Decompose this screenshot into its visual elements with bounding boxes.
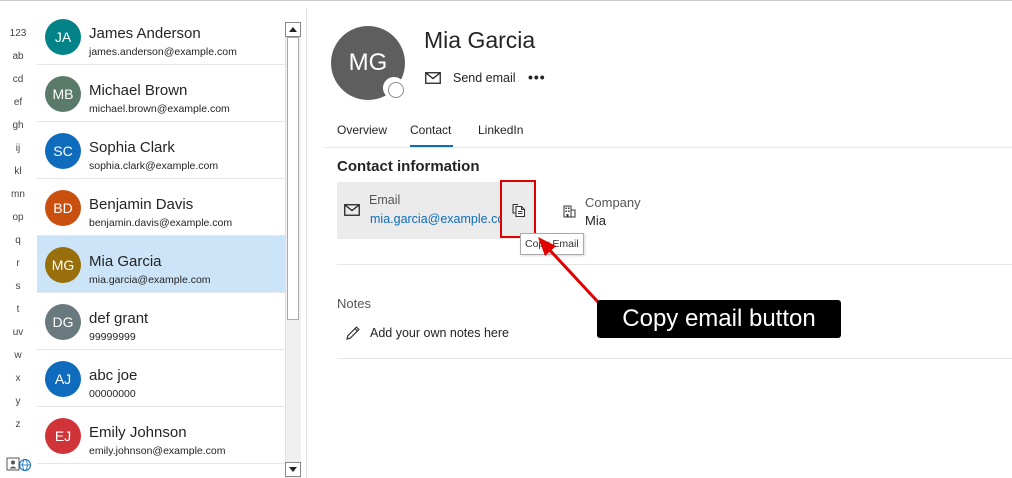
email-link[interactable]: mia.garcia@example.com bbox=[370, 212, 502, 226]
alpha-index-item[interactable]: s bbox=[0, 281, 36, 292]
notes-divider bbox=[337, 358, 1012, 359]
alpha-index-item[interactable]: ab bbox=[0, 51, 36, 62]
contact-list-item[interactable]: EJ Emily Johnson emily.johnson@example.com bbox=[37, 407, 285, 464]
alpha-index-item[interactable]: gh bbox=[0, 120, 36, 131]
contact-email: sophia.clark@example.com bbox=[89, 160, 219, 172]
contact-list-item[interactable]: MG Mia Garcia mia.garcia@example.com bbox=[37, 236, 285, 293]
scroll-down-button[interactable] bbox=[285, 462, 301, 477]
contact-email: mia.garcia@example.com bbox=[89, 274, 211, 286]
email-label: Email bbox=[369, 193, 401, 207]
window-top-border bbox=[0, 0, 1012, 1]
contact-email: benjamin.davis@example.com bbox=[89, 217, 233, 229]
mail-icon bbox=[344, 204, 360, 216]
pane-divider bbox=[306, 8, 307, 478]
contact-list-item[interactable]: AJ abc joe 00000000 bbox=[37, 350, 285, 407]
contact-list-item[interactable]: SC Sophia Clark sophia.clark@example.com bbox=[37, 122, 285, 179]
scroll-up-button[interactable] bbox=[285, 22, 301, 37]
alpha-index-item[interactable]: op bbox=[0, 212, 36, 223]
contact-avatar: SC bbox=[45, 133, 81, 169]
contact-name: Mia Garcia bbox=[89, 253, 162, 270]
alphabet-index: 123 ab cd ef gh ij kl mn op q r s t uv w x y z bbox=[0, 1, 36, 478]
more-options-button[interactable]: ••• bbox=[528, 69, 546, 85]
contact-email: james.anderson@example.com bbox=[89, 46, 237, 58]
contact-avatar: EJ bbox=[45, 418, 81, 454]
alpha-index-item[interactable]: y bbox=[0, 396, 36, 407]
mail-icon bbox=[425, 72, 441, 84]
annotation-label: Copy email button bbox=[597, 300, 841, 338]
contact-avatar: BD bbox=[45, 190, 81, 226]
alpha-index-item[interactable]: r bbox=[0, 258, 36, 269]
contact-list-item[interactable]: MB Michael Brown michael.brown@example.com bbox=[37, 65, 285, 122]
alpha-index-item[interactable]: q bbox=[0, 235, 36, 246]
alpha-index-item[interactable]: w bbox=[0, 350, 36, 361]
contact-avatar: AJ bbox=[45, 361, 81, 397]
contact-name-heading: Mia Garcia bbox=[424, 27, 536, 53]
alpha-index-item[interactable]: cd bbox=[0, 74, 36, 85]
section-divider bbox=[337, 264, 1012, 265]
send-email-button[interactable]: Send email bbox=[425, 68, 516, 88]
contact-globe-icon[interactable] bbox=[6, 456, 32, 472]
alpha-index-item[interactable]: mn bbox=[0, 189, 36, 200]
tabs-divider bbox=[325, 147, 1012, 148]
alpha-index-item[interactable]: uv bbox=[0, 327, 36, 338]
contact-avatar: JA bbox=[45, 19, 81, 55]
contact-list-item[interactable]: BD Benjamin Davis benjamin.davis@example.c… bbox=[37, 179, 285, 236]
contact-name: def grant bbox=[89, 310, 149, 327]
copy-email-tooltip: Copy Email bbox=[520, 233, 584, 255]
contact-name: Sophia Clark bbox=[89, 139, 175, 156]
section-title: Contact information bbox=[337, 158, 480, 175]
alpha-index-item[interactable]: 123 bbox=[0, 28, 36, 39]
contact-avatar: DG bbox=[45, 304, 81, 340]
scrollbar-thumb[interactable] bbox=[287, 37, 299, 320]
contact-avatar: MG bbox=[45, 247, 81, 283]
contact-name: Emily Johnson bbox=[89, 424, 187, 441]
contact-name: Michael Brown bbox=[89, 82, 188, 99]
notes-title: Notes bbox=[337, 296, 371, 311]
tab-overview[interactable]: Overview bbox=[337, 123, 387, 137]
tab-linkedin[interactable]: LinkedIn bbox=[478, 123, 523, 137]
building-icon bbox=[563, 205, 576, 218]
contact-name: Benjamin Davis bbox=[89, 196, 194, 213]
contact-name: abc joe bbox=[89, 367, 138, 384]
contact-email: emily.johnson@example.com bbox=[89, 445, 226, 457]
contact-email: michael.brown@example.com bbox=[89, 103, 230, 115]
notes-input[interactable]: Add your own notes here bbox=[370, 326, 509, 340]
contact-name: James Anderson bbox=[89, 25, 201, 42]
presence-status-icon bbox=[383, 77, 405, 99]
alpha-index-item[interactable]: kl bbox=[0, 166, 36, 177]
tab-contact[interactable]: Contact bbox=[410, 123, 451, 137]
alpha-index-item[interactable]: z bbox=[0, 419, 36, 430]
send-email-label: Send email bbox=[453, 71, 516, 85]
alpha-index-item[interactable]: x bbox=[0, 373, 36, 384]
contact-email: 00000000 bbox=[89, 388, 136, 400]
contact-avatar: MB bbox=[45, 76, 81, 112]
company-label: Company bbox=[585, 195, 641, 210]
contact-list-item[interactable]: DG def grant 99999999 bbox=[37, 293, 285, 350]
copy-email-button[interactable] bbox=[500, 180, 536, 238]
pencil-icon bbox=[346, 326, 360, 340]
contact-email: 99999999 bbox=[89, 331, 136, 343]
alpha-index-item[interactable]: ij bbox=[0, 143, 36, 154]
company-value: Mia bbox=[585, 213, 606, 228]
contact-list-item[interactable]: JA James Anderson james.anderson@example.c… bbox=[37, 8, 285, 65]
contact-list: JA James Anderson james.anderson@example.c… bbox=[37, 8, 285, 478]
alpha-index-item[interactable]: t bbox=[0, 304, 36, 315]
copy-icon bbox=[512, 203, 526, 218]
alpha-index-item[interactable]: ef bbox=[0, 97, 36, 108]
